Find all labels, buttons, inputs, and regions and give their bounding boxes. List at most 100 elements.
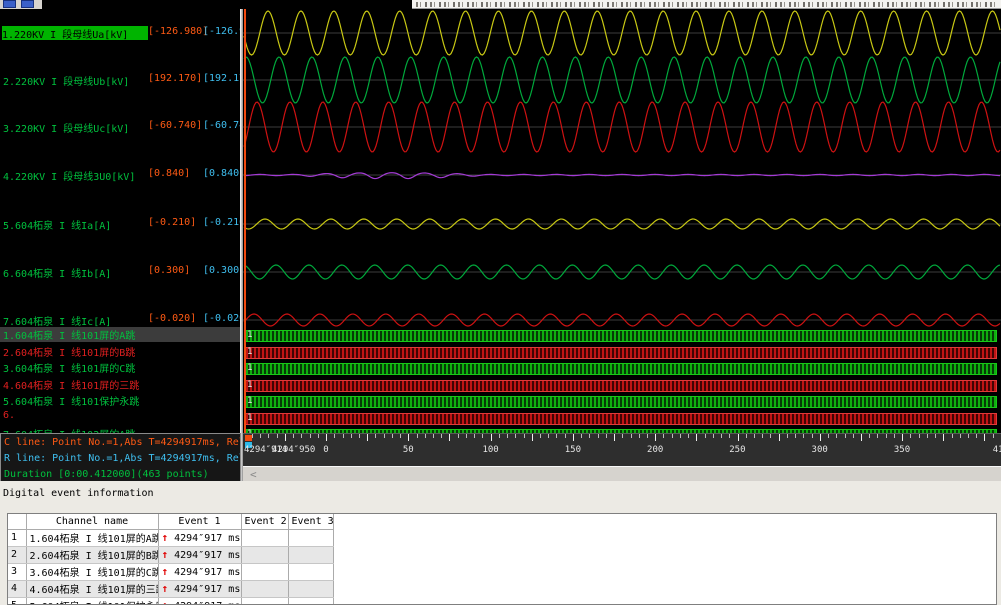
digital-channel-row[interactable]: 5.604柘泉 I 线101保护永跳 [0, 393, 240, 408]
axis-tick [449, 434, 450, 441]
axis-tick [310, 434, 311, 438]
event-row-number: 3 [8, 563, 26, 580]
event-1-cell: ↑4294″917 ms [158, 580, 241, 597]
event-row-filler [333, 529, 996, 546]
analog-channel-row[interactable]: 4.220KV I 段母线3U0[kV][0.840][0.840] [0, 168, 240, 182]
analog-waveform-plot[interactable] [243, 9, 1001, 330]
cursor-value-c: [-126.980] [148, 26, 208, 37]
fault-recorder-window: 1.220KV I 段母线Ua[kV][-126.980][-126.980]2… [0, 0, 1001, 605]
event-row-filler [333, 597, 996, 605]
event-2-cell [241, 563, 288, 580]
digital-channel-label[interactable]: 6. [3, 410, 15, 421]
rising-edge-icon: ↑ [162, 548, 169, 561]
analog-channel-row[interactable]: 3.220KV I 段母线Uc[kV][-60.740][-60.740] [0, 120, 240, 134]
digital-trace-bar[interactable]: 1 [245, 396, 997, 408]
digital-trace-bar[interactable]: 1 [245, 413, 997, 425]
analog-channel-row[interactable]: 7.604柘泉 I 线Ic[A][-0.020][-0.020] [0, 313, 240, 327]
event-table-row[interactable]: 22.604柘泉 I 线101屏的B跳↑4294″917 ms [8, 546, 996, 563]
window-icon-1[interactable] [3, 0, 16, 8]
axis-tick [375, 434, 376, 438]
analog-channel-row[interactable]: 6.604柘泉 I 线Ib[A][0.300][0.300] [0, 265, 240, 279]
digital-channel-row[interactable]: 6. [0, 410, 240, 425]
axis-tick [746, 434, 747, 438]
axis-tick [301, 434, 302, 438]
digital-channel-label[interactable]: 2.604柘泉 I 线101屏的B跳 [3, 348, 135, 359]
event-3-cell [288, 580, 333, 597]
event-time: 4294″917 ms [174, 601, 240, 605]
digital-channel-row[interactable]: 1.604柘泉 I 线101屏的A跳 [0, 327, 240, 342]
event-table-row[interactable]: 11.604柘泉 I 线101屏的A跳↑4294″917 ms [8, 529, 996, 546]
analog-channel-label[interactable]: 1.220KV I 段母线Ua[kV] [2, 26, 148, 40]
digital-channel-label[interactable]: 3.604柘泉 I 线101屏的C跳 [3, 364, 135, 375]
digital-channel-label[interactable]: 1.604柘泉 I 线101屏的A跳 [3, 331, 135, 342]
analog-channel-label[interactable]: 2.220KV I 段母线Ub[kV] [3, 73, 129, 87]
cursor-value-r: [-126.980] [203, 26, 240, 37]
digital-state-value: 1 [247, 330, 252, 340]
waveform-trace [244, 173, 1000, 179]
event-row-number: 5 [8, 597, 26, 605]
axis-tick [935, 434, 936, 438]
digital-state-value: 1 [247, 396, 252, 406]
cursor-value-r: [0.840] [203, 168, 240, 179]
axis-tick [458, 434, 459, 438]
horizontal-scrollbar[interactable]: < [243, 466, 1001, 481]
analog-channel-label[interactable]: 6.604柘泉 I 线Ib[A] [3, 265, 111, 279]
event-1-cell: ↑4294″917 ms [158, 597, 241, 605]
event-table-row[interactable]: 55.604柘泉 I 线101保护永跳↑4294″917 ms [8, 597, 996, 605]
event-channel-name: 4.604柘泉 I 线101屏的三跳 [26, 580, 158, 597]
event-row-number: 2 [8, 546, 26, 563]
rising-edge-icon: ↑ [162, 531, 169, 544]
cursor-value-r: [-0.210] [203, 217, 240, 228]
digital-state-value: 1 [247, 380, 252, 390]
analog-channel-label[interactable]: 7.604柘泉 I 线Ic[A] [3, 313, 111, 327]
axis-tick [762, 434, 763, 438]
analog-channel-row[interactable]: 5.604柘泉 I 线Ia[A] [-0.210] [-0.210] [0, 217, 240, 231]
digital-channel-label[interactable]: 5.604柘泉 I 线101保护永跳 [3, 397, 139, 408]
axis-tick-label: 150 [565, 445, 581, 455]
axis-tick [260, 434, 261, 438]
digital-trace-plot[interactable]: 1111111 [243, 330, 1001, 433]
event-3-cell [288, 563, 333, 580]
r-line-status: R line: Point No.=1,Abs T=4294917ms, Rel… [4, 453, 241, 464]
axis-tick [721, 434, 722, 438]
axis-tick [861, 434, 862, 441]
analog-channel-row[interactable]: 2.220KV I 段母线Ub[kV][192.170][192.170] [0, 73, 240, 87]
digital-trace-bar[interactable]: 1 [245, 330, 997, 342]
event-row-number: 1 [8, 529, 26, 546]
window-icon-2[interactable] [21, 0, 34, 8]
analog-channel-row[interactable]: 1.220KV I 段母线Ua[kV][-126.980][-126.980] [0, 26, 240, 40]
time-cursor-line[interactable] [244, 9, 246, 433]
scroll-left-icon[interactable]: < [250, 468, 257, 481]
event-row-number: 4 [8, 580, 26, 597]
digital-channel-row[interactable]: 3.604柘泉 I 线101屏的C跳 [0, 360, 240, 375]
axis-tick [606, 434, 607, 438]
section-title: Digital event information [3, 488, 154, 499]
cursor-value-c: [-0.210] [148, 217, 196, 228]
digital-channel-row[interactable]: 4.604柘泉 I 线101屏的三跳 [0, 377, 240, 392]
axis-tick [482, 434, 483, 438]
rising-edge-icon: ↑ [162, 565, 169, 578]
event-table-row[interactable]: 44.604柘泉 I 线101屏的三跳↑4294″917 ms [8, 580, 996, 597]
digital-trace-bar[interactable]: 1 [245, 380, 997, 392]
axis-tick [705, 434, 706, 438]
axis-tick [869, 434, 870, 438]
event-table-row[interactable]: 33.604柘泉 I 线101屏的C跳↑4294″917 ms [8, 563, 996, 580]
axis-tick [738, 434, 739, 441]
digital-trace-bar[interactable]: 1 [245, 363, 997, 375]
analog-channel-label[interactable]: 3.220KV I 段母线Uc[kV] [3, 120, 129, 134]
digital-channel-row[interactable]: 2.604柘泉 I 线101屏的B跳 [0, 344, 240, 359]
axis-tick-label: 200 [647, 445, 663, 455]
digital-trace-bar[interactable]: 1 [245, 347, 997, 359]
analog-channel-label[interactable]: 5.604柘泉 I 线Ia[A] [3, 217, 111, 231]
axis-tick [894, 434, 895, 438]
digital-channel-label[interactable]: 4.604柘泉 I 线101屏的三跳 [3, 381, 139, 392]
axis-tick [540, 434, 541, 438]
axis-tick [845, 434, 846, 438]
cursor-value-c: [-0.020] [148, 313, 196, 324]
event-2-cell [241, 546, 288, 563]
event-1-cell: ↑4294″917 ms [158, 529, 241, 546]
axis-tick [515, 434, 516, 438]
axis-tick [960, 434, 961, 438]
axis-tick [812, 434, 813, 438]
analog-channel-label[interactable]: 4.220KV I 段母线3U0[kV] [3, 168, 135, 182]
